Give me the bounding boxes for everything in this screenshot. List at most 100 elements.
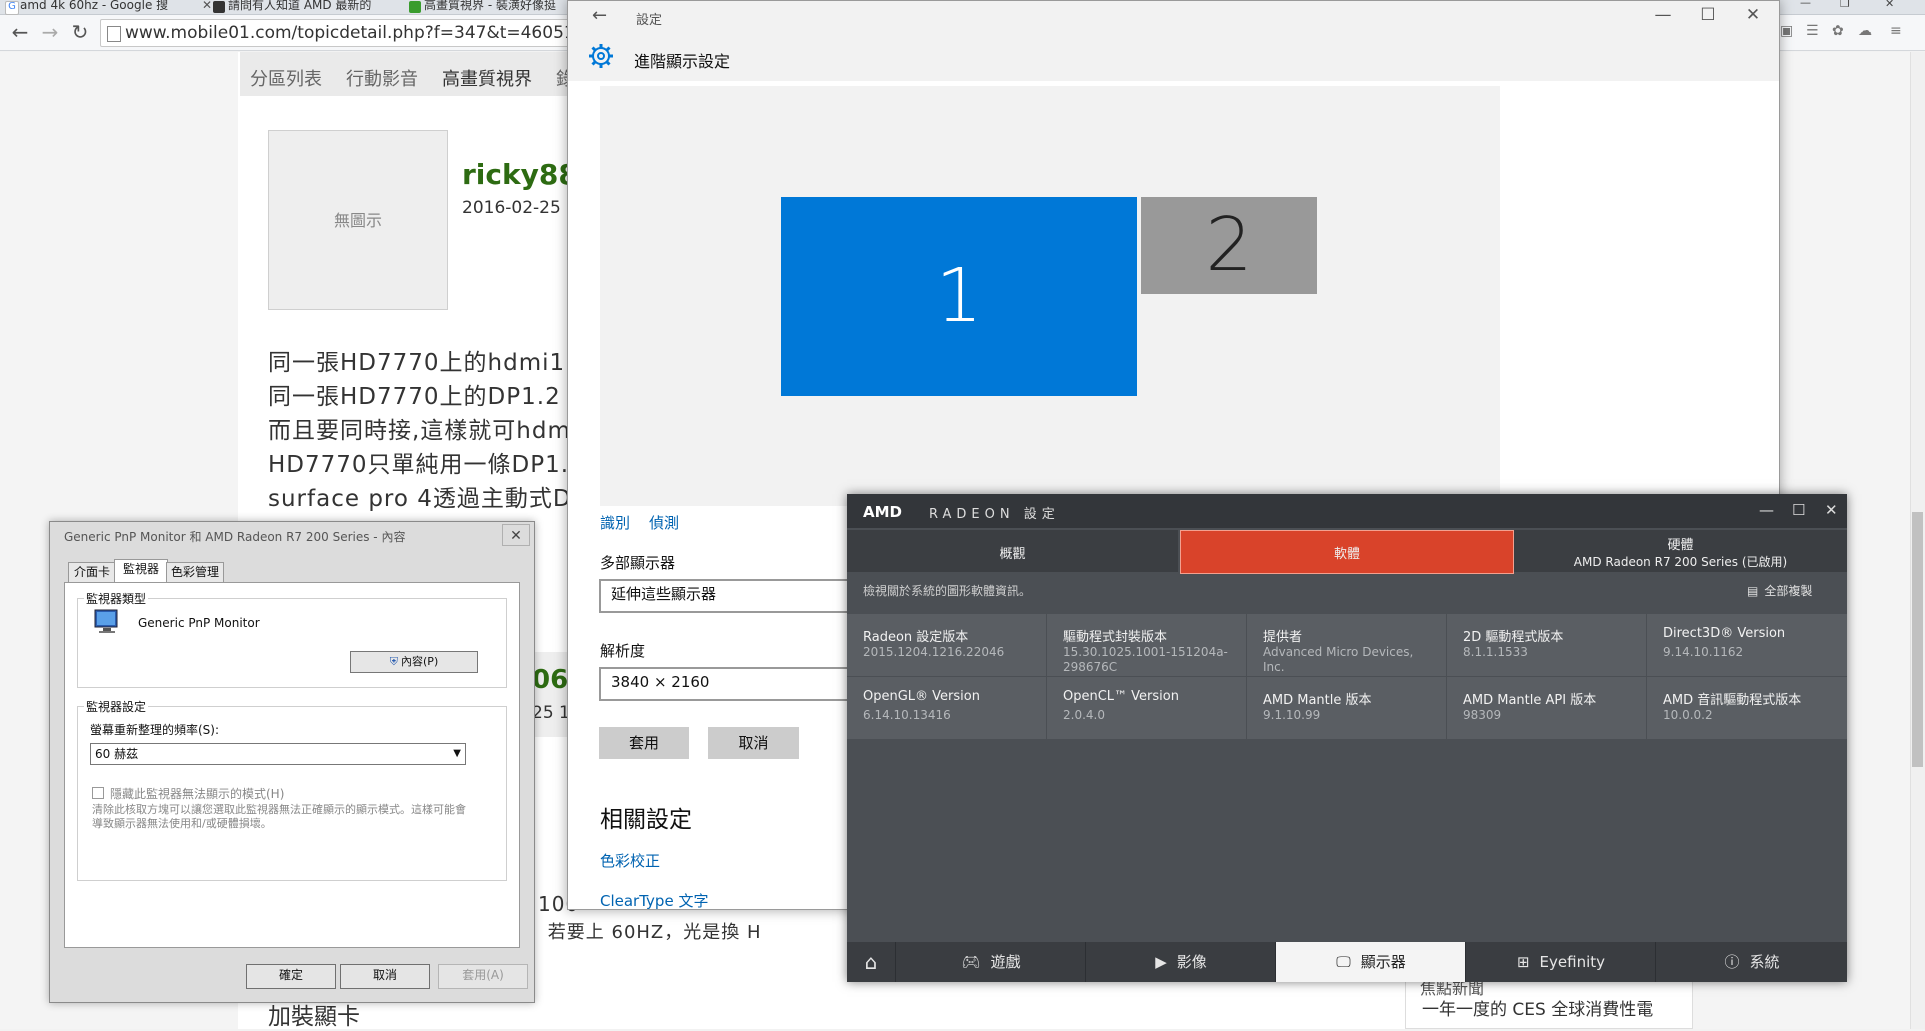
copy-all-button[interactable]: ▤ 全部複製 — [1747, 582, 1812, 599]
extension-icon[interactable]: ☰ — [1806, 23, 1819, 39]
forward-arrow-icon[interactable]: → — [38, 20, 62, 44]
address-bar[interactable]: www.mobile01.com/topicdetail.php?f=347&t… — [100, 19, 570, 47]
cleartype-link[interactable]: ClearType 文字 — [600, 890, 708, 911]
monitor-2-tile[interactable]: 2 — [1141, 197, 1317, 294]
info-cell: Direct3D® Version 9.14.10.1162 — [1647, 614, 1847, 676]
window-title: 設定 — [636, 13, 663, 28]
minimize-icon[interactable]: — — [1648, 5, 1678, 25]
tab-label: 軟體 — [1333, 547, 1360, 562]
post-text-line: 而且要同時接,這樣就可hdm — [268, 418, 571, 444]
settings-titlebar: ← 設定 — ☐ ✕ — [568, 1, 1779, 33]
second-post-username[interactable]: 06 — [532, 665, 568, 695]
cell-value: 98309 — [1463, 708, 1502, 722]
detect-link[interactable]: 偵測 — [649, 512, 679, 533]
info-cell: OpenGL® Version 6.14.10.13416 — [847, 677, 1046, 739]
cancel-button[interactable]: 取消 — [708, 727, 799, 759]
cell-value: 2015.1204.1216.22046 — [863, 645, 1005, 659]
cell-value: 6.14.10.13416 — [863, 708, 951, 722]
apply-button[interactable]: 套用 — [599, 727, 689, 759]
cell-key: AMD Mantle API 版本 — [1463, 693, 1597, 708]
copy-all-label: 全部複製 — [1764, 584, 1813, 598]
cell-key: 2D 驅動程式版本 — [1463, 630, 1564, 645]
home-icon: ⌂ — [864, 950, 878, 974]
cell-key: AMD 音訊驅動程式版本 — [1663, 693, 1802, 708]
back-arrow-icon[interactable]: ← — [8, 20, 32, 44]
tab-hardware[interactable]: 硬體 AMD Radeon R7 200 Series (已啟用) — [1514, 530, 1847, 572]
properties-button[interactable]: ⛨ 內容(P) — [350, 651, 478, 673]
cancel-button[interactable]: 取消 — [340, 964, 430, 989]
nav-display[interactable]: 🖵︎ 顯示器 — [1275, 942, 1466, 982]
cell-value: 9.14.10.1162 — [1663, 645, 1744, 659]
browser-tab-active[interactable]: 高畫質視界 - 裝潢好像挺 — [406, 0, 584, 15]
close-icon[interactable]: ✕ — [502, 524, 530, 546]
cloud-icon[interactable]: ☁ — [1858, 23, 1872, 39]
info-cell: Radeon 設定版本 2015.1204.1216.22046 — [847, 614, 1046, 676]
nav-gaming[interactable]: 🎮︎ 遊戲 — [895, 942, 1086, 982]
back-arrow-icon[interactable]: ← — [592, 5, 607, 26]
cell-key: OpenCL™ Version — [1063, 689, 1179, 704]
hide-modes-checkbox[interactable] — [92, 787, 104, 799]
nav-link-active[interactable]: 高畫質視界 — [442, 65, 532, 91]
hide-modes-description: 清除此核取方塊可以讓您選取此監視器無法正確顯示的顯示模式。這樣可能會導致顯示器無… — [92, 803, 466, 830]
cell-key: 提供者 — [1263, 630, 1303, 645]
tab-panel: 監視器類型 監視器設定 — [64, 582, 520, 948]
apply-button[interactable]: 套用(A) — [438, 964, 528, 989]
maximize-icon[interactable]: ☐ — [1792, 501, 1805, 519]
extension-icon[interactable]: ▣ — [1780, 23, 1793, 39]
cell-value: 10.0.0.2 — [1663, 708, 1713, 722]
identify-link[interactable]: 識別 — [600, 512, 630, 533]
tab-adapter[interactable]: 介面卡 — [68, 562, 116, 584]
tab-color-management[interactable]: 色彩管理 — [166, 562, 224, 584]
nav-system[interactable]: ⓘ 系統 — [1655, 942, 1848, 982]
menu-icon[interactable]: ≡ — [1890, 23, 1902, 39]
reload-icon[interactable]: ↻ — [68, 20, 92, 44]
close-icon[interactable]: ✕ — [1825, 501, 1838, 519]
info-text: 檢視關於系統的圖形軟體資訊。 — [863, 584, 1032, 598]
tab-software[interactable]: 軟體 — [1180, 530, 1514, 574]
close-icon[interactable]: ✕ — [1738, 5, 1768, 25]
second-post-date: 25 1 — [532, 703, 570, 723]
minimize-icon[interactable]: — — [1800, 0, 1811, 9]
multiple-displays-dropdown[interactable]: 延伸這些顯示器 — [599, 579, 863, 613]
monitor-type-group: 監視器類型 — [77, 590, 507, 688]
news-link[interactable]: 一年一度的 CES 全球消費性電 — [1422, 995, 1653, 1020]
refresh-rate-value: 60 赫茲 — [95, 747, 139, 761]
resolution-dropdown[interactable]: 3840 × 2160 — [599, 667, 863, 701]
info-cell: OpenCL™ Version 2.0.4.0 — [1047, 677, 1246, 739]
nav-link[interactable]: 行動影音 — [346, 65, 418, 91]
radeon-title: RADEON 設定 — [929, 507, 1060, 522]
info-cell: AMD 音訊驅動程式版本 10.0.0.2 — [1647, 677, 1847, 739]
refresh-rate-select[interactable]: 60 赫茲 ▼ — [90, 743, 466, 765]
shield-icon: ⛨ — [389, 655, 399, 668]
tab-title: amd 4k 60hz - Google 搜 — [20, 0, 169, 12]
nav-eyefinity[interactable]: ⊞ Eyefinity — [1465, 942, 1656, 982]
maximize-icon[interactable]: ☐ — [1693, 5, 1723, 25]
nav-label: 顯示器 — [1360, 953, 1406, 971]
extension-icon[interactable]: ✿ — [1832, 23, 1844, 39]
browser-tab[interactable]: G amd 4k 60hz - Google 搜 ✕ — [2, 0, 216, 15]
window-controls: — ❐ ✕ — [1790, 0, 1910, 14]
browser-tab[interactable]: 請問有人知道 AMD 最新的 ✕ — [210, 0, 424, 15]
minimize-icon[interactable]: — — [1759, 501, 1774, 519]
maximize-icon[interactable]: ❐ — [1840, 0, 1850, 10]
color-calibration-link[interactable]: 色彩校正 — [600, 850, 660, 871]
hide-modes-label: 隱藏此監視器無法顯示的模式(H) — [110, 787, 285, 801]
info-cell: 2D 驅動程式版本 8.1.1.1533 — [1447, 614, 1646, 676]
cell-value: 15.30.1025.1001-151204a-298676C — [1063, 645, 1228, 674]
monitor-icon — [94, 609, 118, 633]
cell-key: Direct3D® Version — [1663, 626, 1786, 641]
properties-button-label: 內容(P) — [401, 655, 439, 668]
nav-home[interactable]: ⌂ — [847, 942, 895, 982]
ok-button[interactable]: 確定 — [246, 964, 336, 989]
tab-monitor[interactable]: 監視器 — [114, 559, 168, 584]
tab-overview[interactable]: 概觀 — [847, 530, 1178, 572]
monitor-1-tile[interactable]: 1 — [781, 197, 1137, 396]
nav-link[interactable]: 分區列表 — [250, 65, 322, 91]
monitor-icon: 🖵︎ — [1336, 953, 1351, 971]
scrollbar-thumb[interactable] — [1912, 512, 1923, 767]
close-icon[interactable]: ✕ — [1885, 0, 1894, 10]
cell-value: Advanced Micro Devices, Inc. — [1263, 645, 1414, 674]
post-text-line: 同一張HD7770上的hdmi1. — [268, 350, 574, 376]
group-label: 監視器設定 — [84, 698, 149, 715]
nav-video[interactable]: ▶ 影像 — [1085, 942, 1276, 982]
